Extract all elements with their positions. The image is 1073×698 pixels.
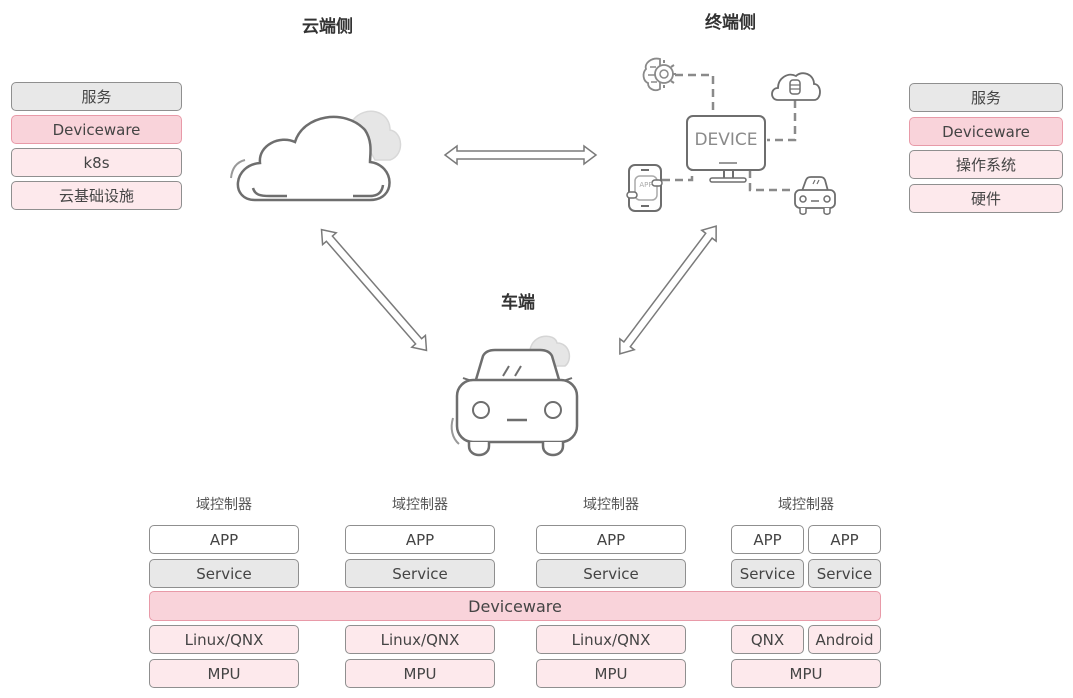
controller-title: 域控制器 (583, 497, 639, 513)
cloud-stack-k8s: k8s (11, 148, 182, 177)
cloud-side-title: 云端侧 (302, 17, 353, 37)
double-arrow-cloud-terminal (443, 144, 598, 166)
vehicle-side-title: 车端 (501, 293, 535, 313)
controller-os: Linux/QNX (536, 625, 686, 654)
controller-service: Service (345, 559, 495, 588)
controller-hw: MPU (731, 659, 881, 688)
terminal-side-title: 终端侧 (705, 13, 756, 33)
controller-os: Linux/QNX (345, 625, 495, 654)
cloud-stack-services: 服务 (11, 82, 182, 111)
controller-service: Service (808, 559, 881, 588)
controller-service: Service (731, 559, 804, 588)
controller-app: APP (345, 525, 495, 554)
controller-hw: MPU (345, 659, 495, 688)
vehicle-deviceware-layer: Deviceware (149, 591, 881, 621)
controller-title: 域控制器 (196, 497, 252, 513)
controller-app: APP (808, 525, 881, 554)
controller-service: Service (536, 559, 686, 588)
controller-service: Service (149, 559, 299, 588)
device-screen-text: DEVICE (694, 130, 758, 150)
controller-os: QNX (731, 625, 804, 654)
cloud-stack-infrastructure: 云基础设施 (11, 181, 182, 210)
controller-title: 域控制器 (392, 497, 448, 513)
terminal-stack-services: 服务 (909, 83, 1063, 112)
controller-hw: MPU (149, 659, 299, 688)
phone-app-text: APP (639, 181, 653, 189)
terminal-stack-os: 操作系统 (909, 150, 1063, 179)
controller-app: APP (731, 525, 804, 554)
brain-gear-icon (642, 57, 676, 92)
terminal-stack-deviceware: Deviceware (909, 117, 1063, 146)
controller-os: Android (808, 625, 881, 654)
controller-os: Linux/QNX (149, 625, 299, 654)
car-icon (794, 176, 836, 215)
terminal-stack-hardware: 硬件 (909, 184, 1063, 213)
cloud-icon (230, 110, 402, 202)
controller-hw: MPU (536, 659, 686, 688)
double-arrow-terminal-vehicle (619, 225, 717, 355)
controller-app: APP (536, 525, 686, 554)
cloud-stack-deviceware: Deviceware (11, 115, 182, 144)
vehicle-car-icon (450, 335, 579, 457)
controller-app: APP (149, 525, 299, 554)
double-arrow-cloud-vehicle (320, 228, 428, 352)
controller-title: 域控制器 (778, 497, 834, 513)
device-illustration: DEVICE APP (620, 50, 850, 220)
cloud-database-icon (771, 72, 821, 101)
